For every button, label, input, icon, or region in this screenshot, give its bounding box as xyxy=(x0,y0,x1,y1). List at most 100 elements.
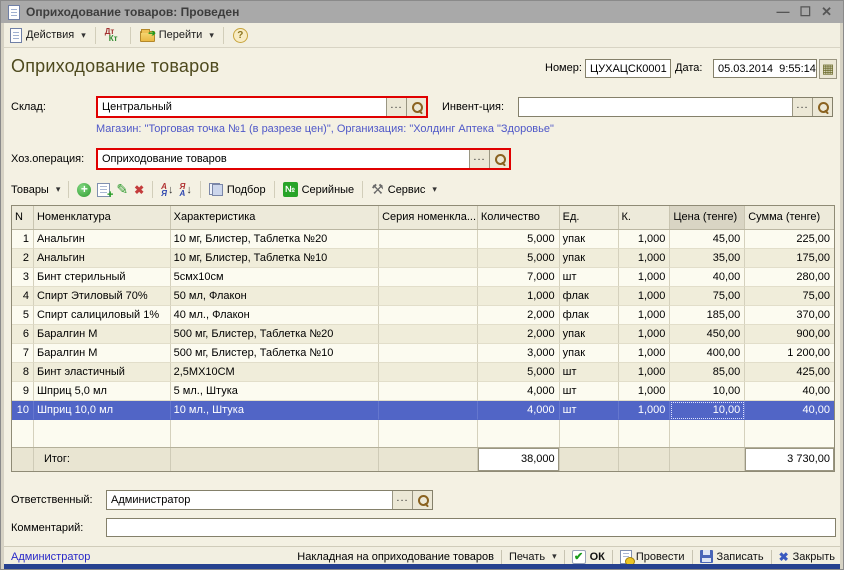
goods-menu-button[interactable]: Товары xyxy=(11,184,60,196)
cell-k[interactable]: 1,000 xyxy=(619,249,671,268)
calendar-button[interactable] xyxy=(819,59,837,79)
cell-n[interactable]: 10 xyxy=(12,401,34,420)
table-row[interactable]: 10Шприц 10,0 мл10 мл., Штука 4,000шт1,000… xyxy=(12,401,834,420)
cell-k[interactable]: 1,000 xyxy=(619,325,671,344)
cell-n[interactable]: 2 xyxy=(12,249,34,268)
add-row-button[interactable] xyxy=(77,183,91,197)
cell-price[interactable]: 10,00 xyxy=(670,382,745,401)
sort-ascending-button[interactable] xyxy=(161,183,173,197)
date-field[interactable]: 05.03.2014 9:55:14 xyxy=(713,59,817,78)
cell-series[interactable] xyxy=(379,287,478,306)
cell-k[interactable]: 1,000 xyxy=(619,306,671,325)
cell-name[interactable]: Спирт Этиловый 70% xyxy=(34,287,171,306)
column-header-nomenclature[interactable]: Номенклатура xyxy=(34,206,171,229)
cell-qty[interactable]: 2,000 xyxy=(478,306,560,325)
delete-row-button[interactable] xyxy=(134,183,144,197)
goto-menu-button[interactable]: Перейти xyxy=(136,27,218,44)
cell-char[interactable]: 5 мл., Штука xyxy=(171,382,379,401)
cell-char[interactable]: 40 мл., Флакон xyxy=(171,306,379,325)
cell-n[interactable]: 8 xyxy=(12,363,34,382)
save-button[interactable]: Записать xyxy=(700,550,764,563)
table-row[interactable]: 9Шприц 5,0 мл5 мл., Штука4,000шт1,00010,… xyxy=(12,382,834,401)
cell-price[interactable]: 85,00 xyxy=(670,363,745,382)
table-row[interactable]: 7Баралгин М500 мг, Блистер, Таблетка №10… xyxy=(12,344,834,363)
cell-sum[interactable]: 40,00 xyxy=(745,382,834,401)
minimize-button[interactable]: — xyxy=(776,5,789,19)
column-header-quantity[interactable]: Количество xyxy=(478,206,560,229)
cell-sum[interactable]: 40,00 xyxy=(745,401,834,420)
cell-char[interactable]: 2,5МХ10СМ xyxy=(171,363,379,382)
close-button[interactable]: Закрыть xyxy=(779,550,835,564)
cell-price[interactable]: 400,00 xyxy=(670,344,745,363)
cell-series[interactable] xyxy=(379,401,478,420)
cell-n[interactable]: 4 xyxy=(12,287,34,306)
table-row[interactable]: 5Спирт салициловый 1%40 мл., Флакон 2,000… xyxy=(12,306,834,325)
cell-k[interactable]: 1,000 xyxy=(619,382,671,401)
column-header-unit[interactable]: Ед. xyxy=(560,206,619,229)
column-header-sum[interactable]: Сумма (тенге) xyxy=(745,206,834,229)
cell-sum[interactable]: 225,00 xyxy=(745,230,834,249)
cell-sum[interactable]: 370,00 xyxy=(745,306,834,325)
cell-n[interactable]: 5 xyxy=(12,306,34,325)
cell-series[interactable] xyxy=(379,306,478,325)
cell-qty[interactable]: 1,000 xyxy=(478,287,560,306)
cell-name[interactable]: Шприц 5,0 мл xyxy=(34,382,171,401)
cell-k[interactable]: 1,000 xyxy=(619,287,671,306)
cell-name[interactable]: Баралгин М xyxy=(34,325,171,344)
cell-sum[interactable]: 75,00 xyxy=(745,287,834,306)
cell-name[interactable]: Шприц 10,0 мл xyxy=(34,401,171,420)
operation-find-button[interactable] xyxy=(489,150,509,168)
ok-button[interactable]: ОК xyxy=(572,550,605,564)
cell-series[interactable] xyxy=(379,268,478,287)
copy-row-button[interactable] xyxy=(97,183,110,197)
cell-sum[interactable]: 1 200,00 xyxy=(745,344,834,363)
cell-unit[interactable]: флак xyxy=(560,306,619,325)
cell-sum[interactable]: 175,00 xyxy=(745,249,834,268)
inventory-field[interactable] xyxy=(518,97,833,117)
table-row[interactable]: 6Баралгин М500 мг, Блистер, Таблетка №20… xyxy=(12,325,834,344)
cell-unit[interactable]: шт xyxy=(560,401,619,420)
column-header-k[interactable]: К. xyxy=(619,206,671,229)
cell-price[interactable]: 35,00 xyxy=(670,249,745,268)
cell-qty[interactable]: 7,000 xyxy=(478,268,560,287)
cell-n[interactable]: 9 xyxy=(12,382,34,401)
cell-qty[interactable]: 3,000 xyxy=(478,344,560,363)
cell-price[interactable]: 45,00 xyxy=(670,230,745,249)
cell-name[interactable]: Баралгин М xyxy=(34,344,171,363)
cell-char[interactable]: 500 мг, Блистер, Таблетка №10 xyxy=(171,344,379,363)
cell-unit[interactable]: упак xyxy=(560,325,619,344)
actions-menu-button[interactable]: Действия xyxy=(6,26,90,45)
serial-button[interactable]: Серийные xyxy=(283,182,355,197)
cell-series[interactable] xyxy=(379,382,478,401)
cell-price[interactable]: 10,00 xyxy=(670,401,745,420)
cell-series[interactable] xyxy=(379,230,478,249)
debit-credit-button[interactable] xyxy=(101,26,125,44)
edit-row-button[interactable] xyxy=(116,181,128,198)
cell-sum[interactable]: 900,00 xyxy=(745,325,834,344)
responsible-select-button[interactable] xyxy=(392,491,412,509)
cell-char[interactable]: 10 мл., Штука xyxy=(171,401,379,420)
cell-series[interactable] xyxy=(379,344,478,363)
cell-char[interactable]: 5смх10см xyxy=(171,268,379,287)
cell-k[interactable]: 1,000 xyxy=(619,268,671,287)
table-row[interactable]: 8Бинт эластичный2,5МХ10СМ5,000шт1,00085,… xyxy=(12,363,834,382)
warehouse-find-button[interactable] xyxy=(406,98,426,116)
cell-qty[interactable]: 4,000 xyxy=(478,382,560,401)
column-header-n[interactable]: N xyxy=(12,206,34,229)
cell-qty[interactable]: 5,000 xyxy=(478,249,560,268)
table-row[interactable]: 3Бинт стерильный5смх10см7,000шт1,00040,0… xyxy=(12,268,834,287)
maximize-button[interactable]: ☐ xyxy=(799,5,811,19)
cell-k[interactable]: 1,000 xyxy=(619,401,671,420)
cell-sum[interactable]: 425,00 xyxy=(745,363,834,382)
print-button[interactable]: Печать xyxy=(509,551,557,563)
cell-unit[interactable]: шт xyxy=(560,268,619,287)
cell-k[interactable]: 1,000 xyxy=(619,344,671,363)
cell-name[interactable]: Спирт салициловый 1% xyxy=(34,306,171,325)
cell-n[interactable]: 1 xyxy=(12,230,34,249)
cell-price[interactable]: 185,00 xyxy=(670,306,745,325)
responsible-field[interactable]: Администратор xyxy=(106,490,433,510)
cell-name[interactable]: Анальгин xyxy=(34,249,171,268)
table-row[interactable]: 4Спирт Этиловый 70%50 мл, Флакон1,000фла… xyxy=(12,287,834,306)
cell-qty[interactable]: 4,000 xyxy=(478,401,560,420)
inventory-select-button[interactable] xyxy=(792,98,812,116)
